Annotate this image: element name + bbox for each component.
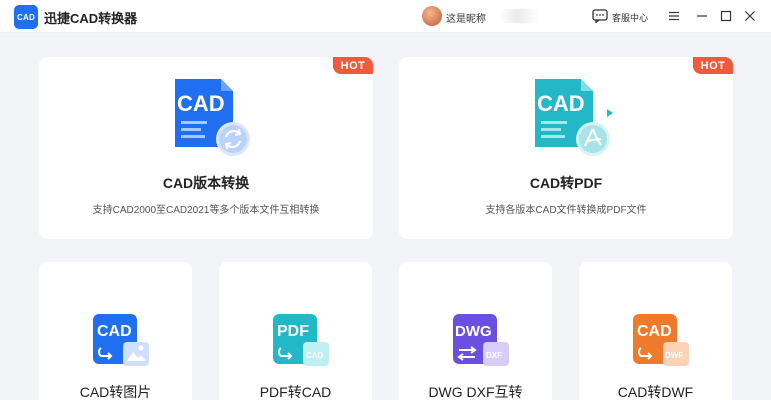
feature-title: DWG DXF互转 [428,384,523,400]
app-logo-text: CAD [17,12,35,22]
maximize-icon [720,10,732,22]
pdf-cad-icon: PDF CAD [273,314,329,366]
hot-badge: HOT [333,57,373,74]
hot-badge: HOT [693,57,733,74]
icon-text: CAD [637,323,672,340]
avatar[interactable] [422,6,442,26]
minimize-button[interactable] [692,6,712,26]
app-title: 迅捷CAD转换器 [44,11,138,26]
feature-title: CAD版本转换 [162,175,250,191]
menu-icon [669,11,679,21]
title-bar: CAD 迅捷CAD转换器 这是昵称 客服中心 [0,0,771,33]
maximize-button[interactable] [716,6,736,26]
feature-card-cad-to-dwf[interactable]: CAD DWF CAD转DWF [579,262,732,400]
feature-title: CAD转DWF [617,384,694,400]
feature-description: 支持CAD2000至CAD2021等多个版本文件互相转换 [92,205,320,216]
chat-icon[interactable] [592,9,608,23]
feature-card-cad-to-image[interactable]: CAD CAD转图片 [39,262,192,400]
feature-card-pdf-to-cad[interactable]: PDF CAD PDF转CAD [219,262,372,400]
feature-card-dwg-dxf[interactable]: DWG DXF DWG DXF互转 [399,262,552,400]
minimize-icon [697,15,707,17]
cad-icon-text: CAD [537,91,585,116]
cad-dwf-icon: CAD DWF [633,314,689,366]
icon-subtext: DWF [665,351,683,360]
feature-card-cad-version[interactable]: HOT CAD CAD版本转换 支持CAD2000至CAD2021等多个版本文件… [39,57,373,239]
user-nickname[interactable]: 这是昵称 [446,10,486,25]
icon-subtext: DXF [486,351,502,360]
cad-image-icon: CAD [93,314,149,366]
close-button[interactable] [740,6,760,26]
feature-title: PDF转CAD [259,384,332,400]
cad-refresh-icon: CAD [175,79,250,156]
feature-description: 支持各版本CAD文件转换成PDF文件 [485,205,647,216]
icon-subtext: CAD [306,351,324,360]
app-logo: CAD [14,5,38,29]
cad-pdf-icon: CAD [535,79,613,156]
menu-button[interactable] [664,6,684,26]
icon-text: PDF [277,323,309,340]
dwg-dxf-icon: DWG DXF [453,314,509,366]
blurred-area [500,9,540,23]
cad-icon-text: CAD [177,91,225,116]
icon-text: CAD [97,323,132,340]
service-center-link[interactable]: 客服中心 [612,11,648,24]
feature-title: CAD转图片 [79,384,152,400]
feature-title: CAD转PDF [529,175,603,191]
close-icon [745,11,755,21]
icon-text: DWG [455,323,492,340]
feature-card-cad-to-pdf[interactable]: HOT CAD CAD转PDF 支持各版本CAD文件转换成PDF文件 [399,57,733,239]
